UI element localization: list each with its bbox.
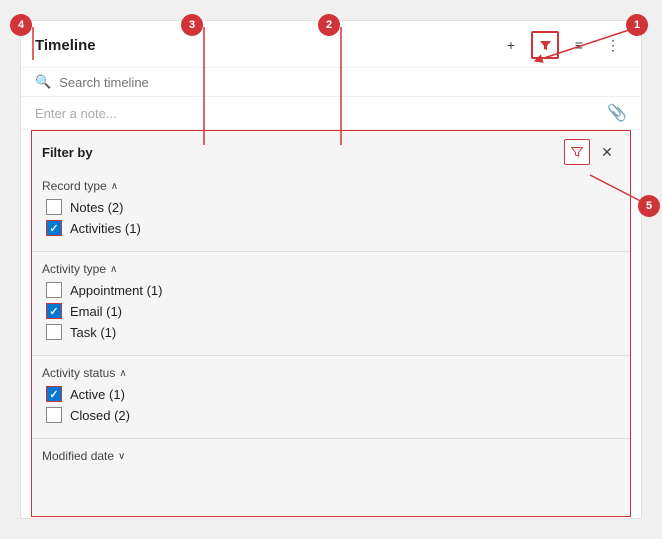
active-label[interactable]: Active (1) [70, 387, 125, 402]
add-button[interactable]: + [497, 31, 525, 59]
modified-date-label: Modified date [42, 449, 114, 463]
activity-type-label: Activity type [42, 262, 106, 276]
task-label[interactable]: Task (1) [70, 325, 116, 340]
record-type-header[interactable]: Record type ∧ [42, 179, 620, 193]
filter-button[interactable] [531, 31, 559, 59]
filter-panel-header: Filter by ✕ [32, 131, 630, 173]
divider-2 [32, 355, 630, 356]
divider-1 [32, 251, 630, 252]
modified-date-header[interactable]: Modified date ∨ [42, 449, 620, 463]
record-type-label: Record type [42, 179, 107, 193]
appointment-label[interactable]: Appointment (1) [70, 283, 163, 298]
filter-funnel-icon [571, 146, 583, 158]
filter-option-task: Task (1) [42, 324, 620, 340]
filter-panel-close-button[interactable]: ✕ [594, 139, 620, 165]
modified-date-caret: ∨ [118, 451, 125, 462]
activities-label[interactable]: Activities (1) [70, 221, 141, 236]
appointment-checkbox[interactable] [46, 282, 62, 298]
filter-by-label: Filter by [42, 145, 564, 160]
note-placeholder[interactable]: Enter a note... [35, 106, 607, 121]
filter-option-activities: Activities (1) [42, 220, 620, 236]
search-icon: 🔍 [35, 74, 51, 90]
sort-button[interactable]: ≡ [565, 31, 593, 59]
divider-3 [32, 438, 630, 439]
filter-option-notes: Notes (2) [42, 199, 620, 215]
filter-option-closed: Closed (2) [42, 407, 620, 423]
callout-4: 4 [10, 14, 32, 36]
attach-icon: 📎 [607, 103, 627, 123]
filter-option-email: Email (1) [42, 303, 620, 319]
timeline-title: Timeline [35, 37, 497, 54]
callout-3: 3 [181, 14, 203, 36]
search-bar: 🔍 [21, 68, 641, 97]
filter-panel: Filter by ✕ Record type ∧ [31, 130, 631, 517]
callout-1: 1 [626, 14, 648, 36]
search-input[interactable] [59, 75, 627, 90]
section-modified-date: Modified date ∨ [32, 443, 630, 475]
closed-label[interactable]: Closed (2) [70, 408, 130, 423]
filter-option-active: Active (1) [42, 386, 620, 402]
filter-panel-filter-icon[interactable] [564, 139, 590, 165]
more-button[interactable]: ⋮ [599, 31, 627, 59]
record-type-caret: ∧ [111, 181, 118, 192]
task-checkbox[interactable] [46, 324, 62, 340]
activity-status-label: Activity status [42, 366, 115, 380]
header-icons: + ≡ ⋮ [497, 31, 627, 59]
activity-status-header[interactable]: Activity status ∧ [42, 366, 620, 380]
notes-checkbox[interactable] [46, 199, 62, 215]
notes-label[interactable]: Notes (2) [70, 200, 123, 215]
filter-icon [539, 39, 552, 52]
activities-checkbox[interactable] [46, 220, 62, 236]
section-activity-type: Activity type ∧ Appointment (1) Email (1… [32, 256, 630, 351]
callout-2: 2 [318, 14, 340, 36]
filter-option-appointment: Appointment (1) [42, 282, 620, 298]
activity-type-header[interactable]: Activity type ∧ [42, 262, 620, 276]
timeline-card: Timeline + ≡ ⋮ 🔍 Enter a note... 📎 [20, 20, 642, 519]
page-wrapper: 1 2 3 4 5 Timeline + ≡ ⋮ 🔍 En [0, 0, 662, 539]
email-checkbox[interactable] [46, 303, 62, 319]
note-input-row: Enter a note... 📎 [21, 97, 641, 130]
activity-type-caret: ∧ [110, 264, 117, 275]
filter-panel-icons: ✕ [564, 139, 620, 165]
section-record-type: Record type ∧ Notes (2) Activities (1) [32, 173, 630, 247]
closed-checkbox[interactable] [46, 407, 62, 423]
active-checkbox[interactable] [46, 386, 62, 402]
callout-5: 5 [638, 195, 660, 217]
section-activity-status: Activity status ∧ Active (1) Closed (2) [32, 360, 630, 434]
email-label[interactable]: Email (1) [70, 304, 122, 319]
activity-status-caret: ∧ [119, 368, 126, 379]
